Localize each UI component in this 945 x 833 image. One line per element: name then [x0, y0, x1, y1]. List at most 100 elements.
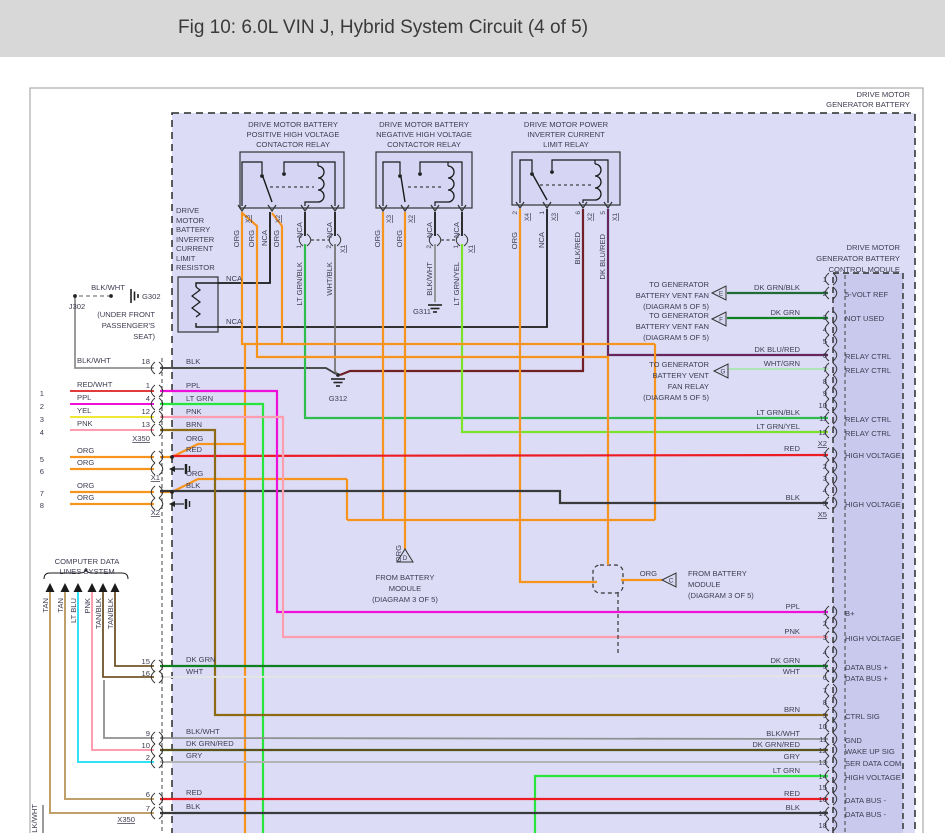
diagram-label: X3 — [551, 213, 558, 221]
diagram-label: 17 — [819, 809, 827, 818]
diagram-label: BLK/WHT — [30, 804, 39, 833]
diagram-label: BATTERY — [176, 225, 210, 234]
diagram-label: X350 — [132, 434, 150, 443]
diagram-label: (DIAGRAM 5 OF 5) — [643, 302, 709, 311]
diagram-label: 2 — [426, 245, 433, 249]
diagram-label: NCA — [226, 274, 243, 283]
diagram-label: ORG — [395, 230, 404, 247]
diagram-label: X1 — [468, 245, 475, 253]
diagram-label: GENERATOR BATTERY — [816, 254, 900, 263]
diagram-label: 7 — [823, 686, 827, 695]
diagram-label: X1 — [612, 213, 619, 221]
diagram-label: 5 — [823, 499, 827, 508]
diagram-label: NCA — [260, 229, 269, 246]
diagram-label: 16 — [142, 669, 150, 678]
diagram-label: WHT — [783, 667, 801, 676]
diagram-label: (DIAGRAM 5 OF 5) — [643, 393, 709, 402]
diagram-label: GRY — [186, 751, 202, 760]
diagram-label: 8 — [823, 698, 827, 707]
junction-dot — [398, 174, 402, 178]
diagram-label: NCA — [425, 221, 434, 238]
diagram-label: ORG — [373, 230, 382, 247]
diagram-label: DRIVE MOTOR — [847, 243, 901, 252]
diagram-label: 2 — [823, 462, 827, 471]
diagram-label: DK GRN/BLK — [754, 283, 800, 292]
diagram-label: ORG — [77, 446, 94, 455]
diagram-label: 11 — [819, 414, 827, 423]
diagram-label: MOTOR — [176, 216, 205, 225]
diagram-label: 4 — [146, 394, 150, 403]
diagram-label: X5 — [818, 510, 827, 519]
diagram-label: 14 — [819, 772, 827, 781]
diagram-label: 5 — [823, 337, 827, 346]
relay-negative-contactor-box — [376, 152, 472, 208]
diagram-label: LT GRN — [773, 766, 800, 775]
diagram-label: CURRENT — [176, 244, 213, 253]
relay-positive-contactor-box — [240, 152, 344, 208]
diagram-label: G311 — [413, 307, 431, 316]
diagram-label: SEAT) — [133, 332, 155, 341]
diagram-label: ORG — [640, 569, 657, 578]
diagram-label: CONTACTOR RELAY — [256, 140, 330, 149]
diagram-label: 13 — [819, 758, 827, 767]
diagram-label: LT BLU — [69, 598, 78, 623]
junction-dot — [550, 170, 554, 174]
diagram-label: SER DATA COM — [845, 759, 901, 768]
diagram-label: BLK/RED — [573, 231, 582, 264]
diagram-label: TO GENERATOR — [649, 360, 709, 369]
diagram-label: NCA — [226, 317, 243, 326]
diagram-label: PPL — [786, 602, 800, 611]
junction-dot — [109, 294, 113, 298]
junction-dot — [260, 174, 264, 178]
diagram-label: MODULE — [389, 584, 422, 593]
diagram-label: 10 — [819, 722, 827, 731]
diagram-label: DK GRN — [770, 656, 800, 665]
diagram-label: CONTROL MODULE — [829, 265, 900, 274]
diagram-label: 18 — [819, 821, 827, 830]
diagram-label: DATA BUS - — [845, 810, 887, 819]
diagram-label: BLK/WHT — [186, 727, 220, 736]
diagram-label: 5 — [40, 455, 44, 464]
diagram-label: MODULE — [688, 580, 721, 589]
diagram-label: PNK — [83, 598, 92, 614]
junction-dot — [530, 172, 534, 176]
diagram-label: 8 — [40, 501, 44, 510]
diagram-label: NCA — [295, 221, 304, 238]
diagram-label: BLK/WHT — [766, 729, 800, 738]
diagram-label: WHT — [186, 667, 204, 676]
diagram-label: ORG — [77, 458, 94, 467]
diagram-label: 6 — [823, 673, 827, 682]
diagram-label: DRIVE — [176, 206, 199, 215]
ref-e-triangle-letter: E — [719, 291, 723, 298]
ref-g-triangle-letter: G — [721, 369, 726, 376]
diagram-label: (DIAGRAM 3 OF 5) — [688, 591, 754, 600]
diagram-label: 3 — [40, 415, 44, 424]
diagram-label: 4 — [823, 648, 827, 657]
diagram-label: LT GRN/YEL — [452, 262, 461, 306]
diagram-label: BATTERY VENT FAN — [636, 291, 709, 300]
diagram-label: BRN — [186, 420, 202, 429]
diagram-label: 6 — [146, 790, 150, 799]
diagram-label: HIGH VOLTAGE — [845, 634, 901, 643]
diagram-label: WHT/BLK — [325, 262, 334, 296]
ref-f-triangle-letter: F — [719, 317, 723, 324]
diagram-label: 4 — [823, 325, 827, 334]
diagram-label: TAN/BLK — [106, 598, 115, 629]
diagram-label: DRIVE MOTOR — [857, 90, 911, 99]
junction-dot — [73, 294, 77, 298]
diagram-label: (DIAGRAM 5 OF 5) — [643, 333, 709, 342]
diagram-label: DATA BUS - — [845, 796, 887, 805]
diagram-label: GND — [845, 736, 862, 745]
diagram-label: 2 — [823, 289, 827, 298]
diagram-label: TO GENERATOR — [649, 280, 709, 289]
diagram-label: ORG — [77, 481, 94, 490]
diagram-label: BATTERY VENT FAN — [636, 322, 709, 331]
diagram-label: ORG — [272, 230, 281, 247]
diagram-label: 8 — [823, 377, 827, 386]
diagram-label: X2 — [151, 508, 160, 517]
diagram-label: ORG — [510, 232, 519, 249]
diagram-label: YEL — [77, 406, 91, 415]
diagram-label: 15 — [819, 783, 827, 792]
diagram-label: 7 — [146, 804, 150, 813]
diagram-label: PPL — [77, 393, 91, 402]
